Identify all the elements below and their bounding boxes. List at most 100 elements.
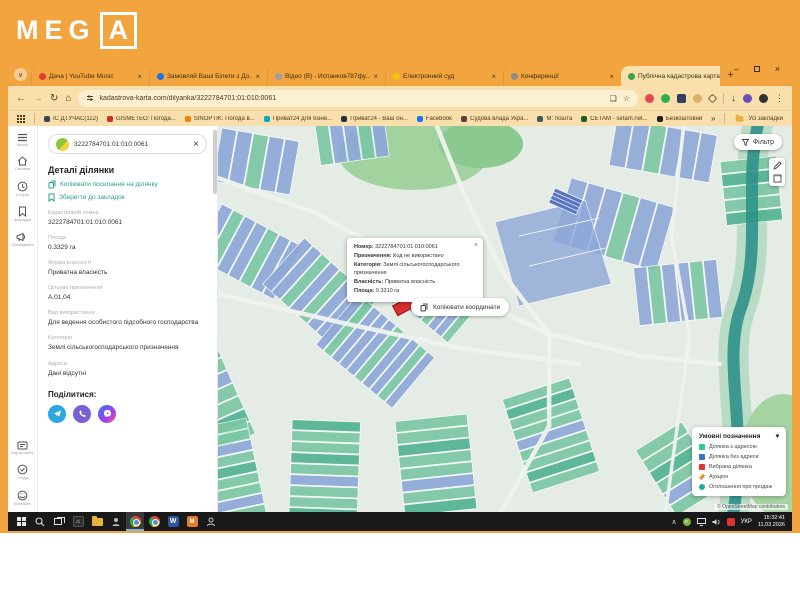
tray-expand-icon[interactable]: ∧ [671, 518, 676, 526]
all-bookmarks-button[interactable]: Усі закладки [734, 115, 783, 123]
site-info-icon[interactable] [86, 94, 94, 102]
popup-close-icon[interactable]: × [474, 240, 478, 251]
alert-icon[interactable] [727, 518, 735, 526]
forward-icon[interactable]: → [33, 93, 43, 104]
legend-swatch [699, 444, 705, 450]
bookmark-item[interactable]: Судова влада Укра... [461, 116, 528, 122]
taskbar-clock[interactable]: 15:32:41 11.03.2026 [758, 515, 785, 529]
bookmark-item[interactable]: Приват24 для бізне... [264, 116, 333, 122]
file-explorer-button[interactable] [88, 512, 106, 531]
bookmark-item[interactable]: SINOPTIK: Погода в... [185, 116, 255, 122]
bookmark-label: Судова влада Укра... [470, 116, 528, 122]
start-button[interactable] [12, 512, 30, 531]
download-icon[interactable]: ↓ [731, 93, 736, 104]
browser-tab[interactable]: Публічна кадастрова карта У... × [621, 66, 720, 86]
reload-icon[interactable]: ↻ [50, 93, 58, 104]
folder-icon [92, 518, 103, 526]
extension-puzzle-icon[interactable] [743, 94, 752, 103]
tab-search-icon[interactable]: ∨ [14, 68, 27, 81]
maximize-button[interactable] [754, 66, 760, 72]
browser-tab[interactable]: Електронний суд × [385, 66, 503, 86]
task-view-icon [54, 517, 65, 526]
browser-tab[interactable]: Конференції × [503, 66, 621, 86]
copy-link-button[interactable]: Копіювати посилання на ділянку [48, 180, 207, 189]
bookmark-label: SINOPTIK: Погода в... [194, 116, 255, 122]
minimize-button[interactable]: – [734, 64, 739, 74]
address-bar[interactable]: kadastrova-karta.com/dilyanka/3222784701… [78, 90, 638, 107]
url-text[interactable]: kadastrova-karta.com/dilyanka/3222784701… [99, 95, 604, 102]
search-input[interactable]: 3222784701:01:010:0061 [74, 141, 188, 148]
taskbar-search-button[interactable] [31, 512, 49, 531]
extension-pentagon-icon[interactable] [708, 93, 718, 103]
tab-close-icon[interactable]: × [255, 72, 260, 81]
telegram-icon[interactable] [48, 405, 66, 423]
bookmark-items: ІС ДТУЧАС(112) GISMETEO: Погода... SINOP… [44, 116, 702, 122]
extension-check-icon[interactable] [661, 94, 670, 103]
home-icon[interactable]: ⌂ [65, 93, 71, 104]
language-indicator[interactable]: УКР [741, 519, 752, 525]
copy-coordinates-label: Копіювати координати [433, 304, 500, 311]
display-icon[interactable] [697, 518, 706, 526]
extension-adblock-icon[interactable] [645, 94, 654, 103]
rail-home-button[interactable]: Головна [15, 156, 30, 171]
popup-row-label: Власність: [354, 279, 383, 285]
profile-avatar[interactable] [759, 94, 768, 103]
parcel-search[interactable]: 3222784701:01:010:0061 × [48, 134, 207, 154]
rail-label: Меню [17, 143, 28, 147]
save-bookmark-button[interactable]: Зберегти до закладок [48, 193, 207, 202]
measure-icon[interactable] [773, 174, 782, 183]
panel-scrollbar[interactable] [213, 130, 217, 194]
contacts-app-button[interactable] [202, 512, 220, 531]
bookmark-item[interactable]: М: пошта [537, 116, 572, 122]
rail-bookmarks-button[interactable]: Закладки [14, 206, 31, 222]
extension-dark-icon[interactable] [677, 94, 686, 103]
bookmark-favicon [185, 116, 191, 122]
task-view-button[interactable] [50, 512, 68, 531]
bookmarks-overflow-icon[interactable]: » [711, 114, 715, 123]
bookmark-icon [18, 206, 27, 217]
browser-tab[interactable]: Відео (В) - Испанков787фу... × [267, 66, 385, 86]
browser-tab[interactable]: Дача | YouTube Music × [31, 66, 149, 86]
rail-menu-button[interactable]: Меню [17, 133, 28, 147]
apps-grid-icon[interactable] [17, 115, 25, 123]
bookmark-star-icon[interactable]: ☆ [623, 94, 630, 103]
bookmark-item[interactable]: СЕТАМ - setam.net... [581, 116, 647, 122]
word-button[interactable]: W [164, 512, 182, 531]
legend-title-row[interactable]: Умовні позначення ▾ [699, 432, 779, 440]
app-gray-button[interactable] [107, 512, 125, 531]
filter-button[interactable]: Фільтр [734, 134, 782, 150]
bookmark-item[interactable]: Facebook [417, 116, 452, 122]
chevron-down-icon[interactable]: ▾ [776, 432, 779, 440]
browser-menu-icon[interactable]: ⋮ [775, 93, 784, 104]
extension-tan-icon[interactable] [693, 94, 702, 103]
medoc-button[interactable]: M [183, 512, 201, 531]
tab-close-icon[interactable]: × [609, 72, 614, 81]
tab-close-icon[interactable]: × [491, 72, 496, 81]
volume-icon[interactable] [712, 518, 721, 526]
messenger-icon[interactable] [98, 405, 116, 423]
store-button[interactable]: ⌂ [69, 512, 87, 531]
browser-tab[interactable]: Замовляй Ваші Білети з До... × [149, 66, 267, 86]
antivirus-icon[interactable]: e [683, 518, 691, 526]
back-icon[interactable]: ← [16, 93, 26, 104]
rail-notifications-button[interactable]: Сповіщення [11, 232, 33, 247]
close-icon[interactable]: × [193, 139, 199, 150]
copy-coordinates-button[interactable]: Копіювати координати [411, 298, 509, 316]
draw-icon[interactable] [773, 161, 782, 170]
bookmark-item[interactable]: ІС ДТУЧАС(112) [44, 116, 98, 122]
chrome-active-button[interactable] [126, 512, 144, 531]
viber-icon[interactable] [73, 405, 91, 423]
rail-sitemap-button[interactable]: Карта сайту [11, 441, 33, 455]
bookmark-item[interactable]: GISMETEO: Погода... [107, 116, 176, 122]
bookmark-item[interactable]: Приват24 - Ваш он... [341, 116, 408, 122]
chrome-second-button[interactable] [145, 512, 163, 531]
close-button[interactable]: × [775, 64, 780, 74]
rail-contacts-button[interactable]: Контакти [14, 490, 31, 506]
tab-close-icon[interactable]: × [373, 72, 378, 81]
rail-history-button[interactable]: Історія [16, 181, 28, 197]
tab-close-icon[interactable]: × [137, 72, 142, 81]
rail-terms-button[interactable]: Угода [17, 464, 28, 480]
legend-items: Ділянка з адресою Ділянка без адреси Виб… [699, 444, 779, 490]
screen-share-icon[interactable]: ❏ [610, 94, 617, 103]
bookmark-item[interactable]: Безкоштовний зап... [657, 116, 702, 122]
